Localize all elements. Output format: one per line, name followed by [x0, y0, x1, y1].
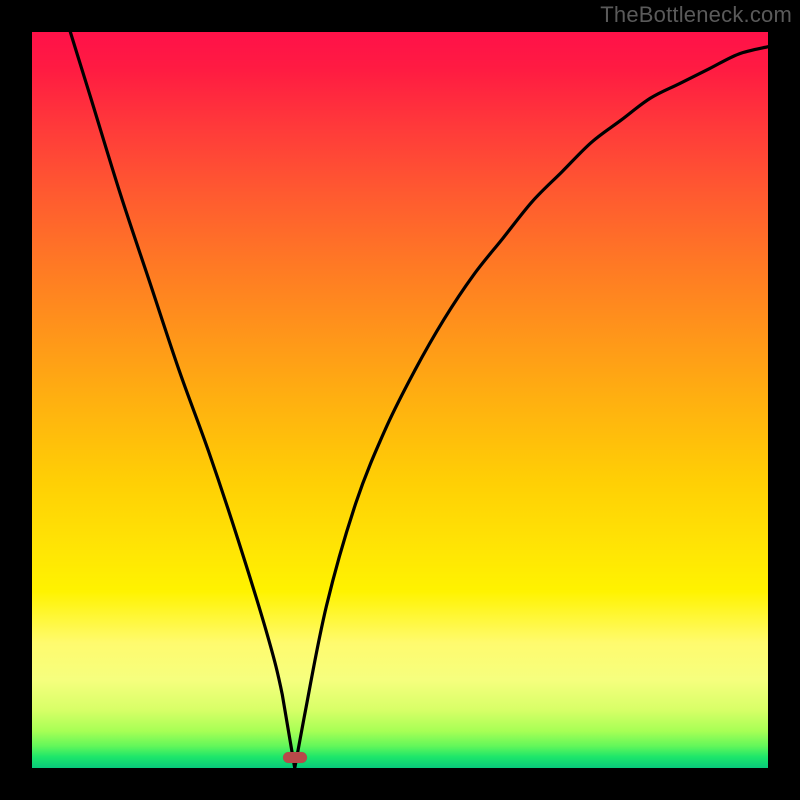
optimal-point-marker [283, 752, 307, 763]
outer-frame: TheBottleneck.com [0, 0, 800, 800]
bottleneck-curve [32, 32, 768, 768]
plot-area [32, 32, 768, 768]
watermark-text: TheBottleneck.com [600, 2, 792, 28]
